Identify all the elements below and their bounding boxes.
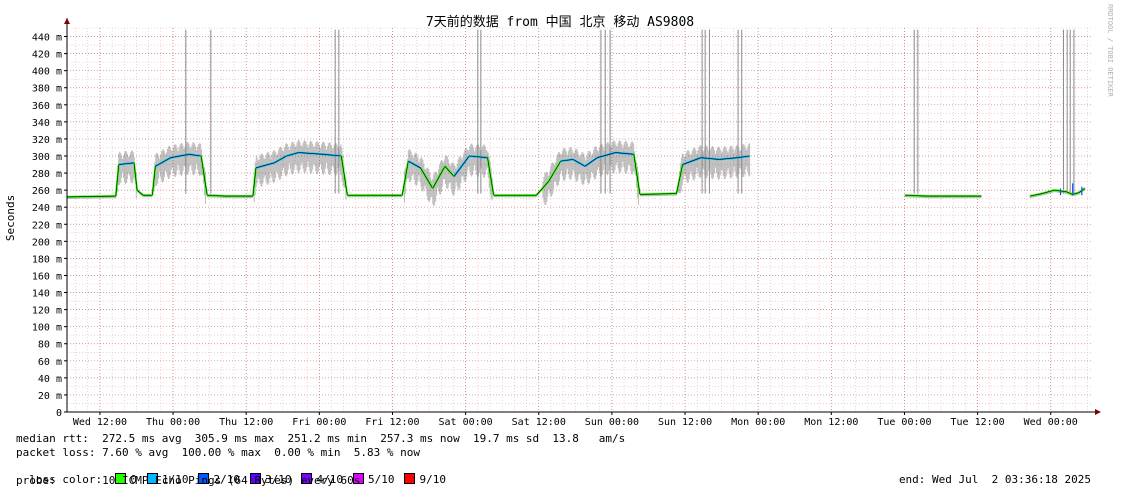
x-tick-label: Sun 12:00 [658, 417, 712, 428]
chart-grid [67, 27, 1092, 412]
y-tick-label: 200 m [32, 237, 62, 248]
y-tick-label: 400 m [32, 67, 62, 78]
x-tick-label: Wed 12:00 [73, 417, 127, 428]
y-tick-label: 300 m [32, 152, 62, 163]
y-tick-label: 60 m [38, 357, 62, 368]
x-axis-arrow [1095, 409, 1101, 415]
y-tick-label: 260 m [32, 186, 62, 197]
chart-axes [64, 18, 1101, 415]
y-tick-label: 100 m [32, 323, 62, 334]
chart-title: 7天前的数据 from 中国 北京 移动 AS9808 [426, 14, 694, 30]
x-tick-label: Thu 12:00 [219, 417, 273, 428]
y-tick-label: 320 m [32, 135, 62, 146]
y-tick-label: 20 m [38, 391, 62, 402]
y-tick-labels: 0 20 m 40 m 60 m 80 m 100 m 120 m 140 m 160 m 180… [32, 33, 67, 419]
median-line-core [633, 154, 641, 195]
loss-color-value: 9/10 [419, 473, 446, 486]
loss-color-item: 9/10 [404, 473, 446, 486]
x-tick-label: Mon 00:00 [731, 417, 785, 428]
x-tick-label: Sat 00:00 [439, 417, 493, 428]
packet-loss-stats: packet loss: 7.60 % avg 100.00 % max 0.0… [16, 446, 420, 459]
y-tick-label: 140 m [32, 289, 62, 300]
y-tick-label: 380 m [32, 84, 62, 95]
end-timestamp: end: Wed Jul 2 03:36:18 2025 [898, 473, 1091, 486]
loss-color-value: 5/10 [367, 473, 395, 486]
y-tick-label: 340 m [32, 118, 62, 129]
y-tick-label: 80 m [38, 340, 62, 351]
y-tick-label: 180 m [32, 254, 62, 265]
y-tick-label: 440 m [32, 33, 62, 44]
x-tick-label: Tue 12:00 [950, 417, 1004, 428]
x-tick-label: Thu 00:00 [146, 417, 200, 428]
x-tick-label: Fri 12:00 [365, 417, 419, 428]
y-axis-label: Seconds [4, 195, 17, 241]
x-tick-label: Sun 00:00 [585, 417, 639, 428]
x-tick-label: Fri 00:00 [292, 417, 346, 428]
rrdtool-watermark: RRDTOOL / TOBI OETIKER [1106, 4, 1114, 98]
x-tick-label: Tue 00:00 [877, 417, 931, 428]
y-tick-label: 160 m [32, 271, 62, 282]
x-tick-label: Mon 12:00 [804, 417, 858, 428]
y-tick-label: 360 m [32, 101, 62, 112]
y-tick-label: 0 [56, 408, 62, 419]
smokeping-chart: 0 20 m 40 m 60 m 80 m 100 m 120 m 140 m 160 m 180… [4, 4, 1114, 428]
y-axis-arrow [64, 18, 70, 24]
x-tick-label: Wed 00:00 [1024, 417, 1078, 428]
y-tick-label: 280 m [32, 169, 62, 180]
y-tick-label: 240 m [32, 203, 62, 214]
y-tick-label: 420 m [32, 50, 62, 61]
x-tick-label: Sat 12:00 [512, 417, 566, 428]
median-rtt-stats: median rtt: 272.5 ms avg 305.9 ms max 25… [16, 432, 626, 445]
y-tick-label: 40 m [38, 374, 62, 385]
x-tick-labels: Wed 12:00 Thu 00:00 Thu 12:00 Fri 00:00 Fri … [73, 412, 1078, 428]
y-tick-label: 120 m [32, 306, 62, 317]
loss-color-swatch [404, 473, 416, 484]
probe-info: probe: 10 ICMP Echo Pings (64 Bytes) eve… [16, 474, 361, 487]
y-tick-label: 220 m [32, 220, 62, 231]
